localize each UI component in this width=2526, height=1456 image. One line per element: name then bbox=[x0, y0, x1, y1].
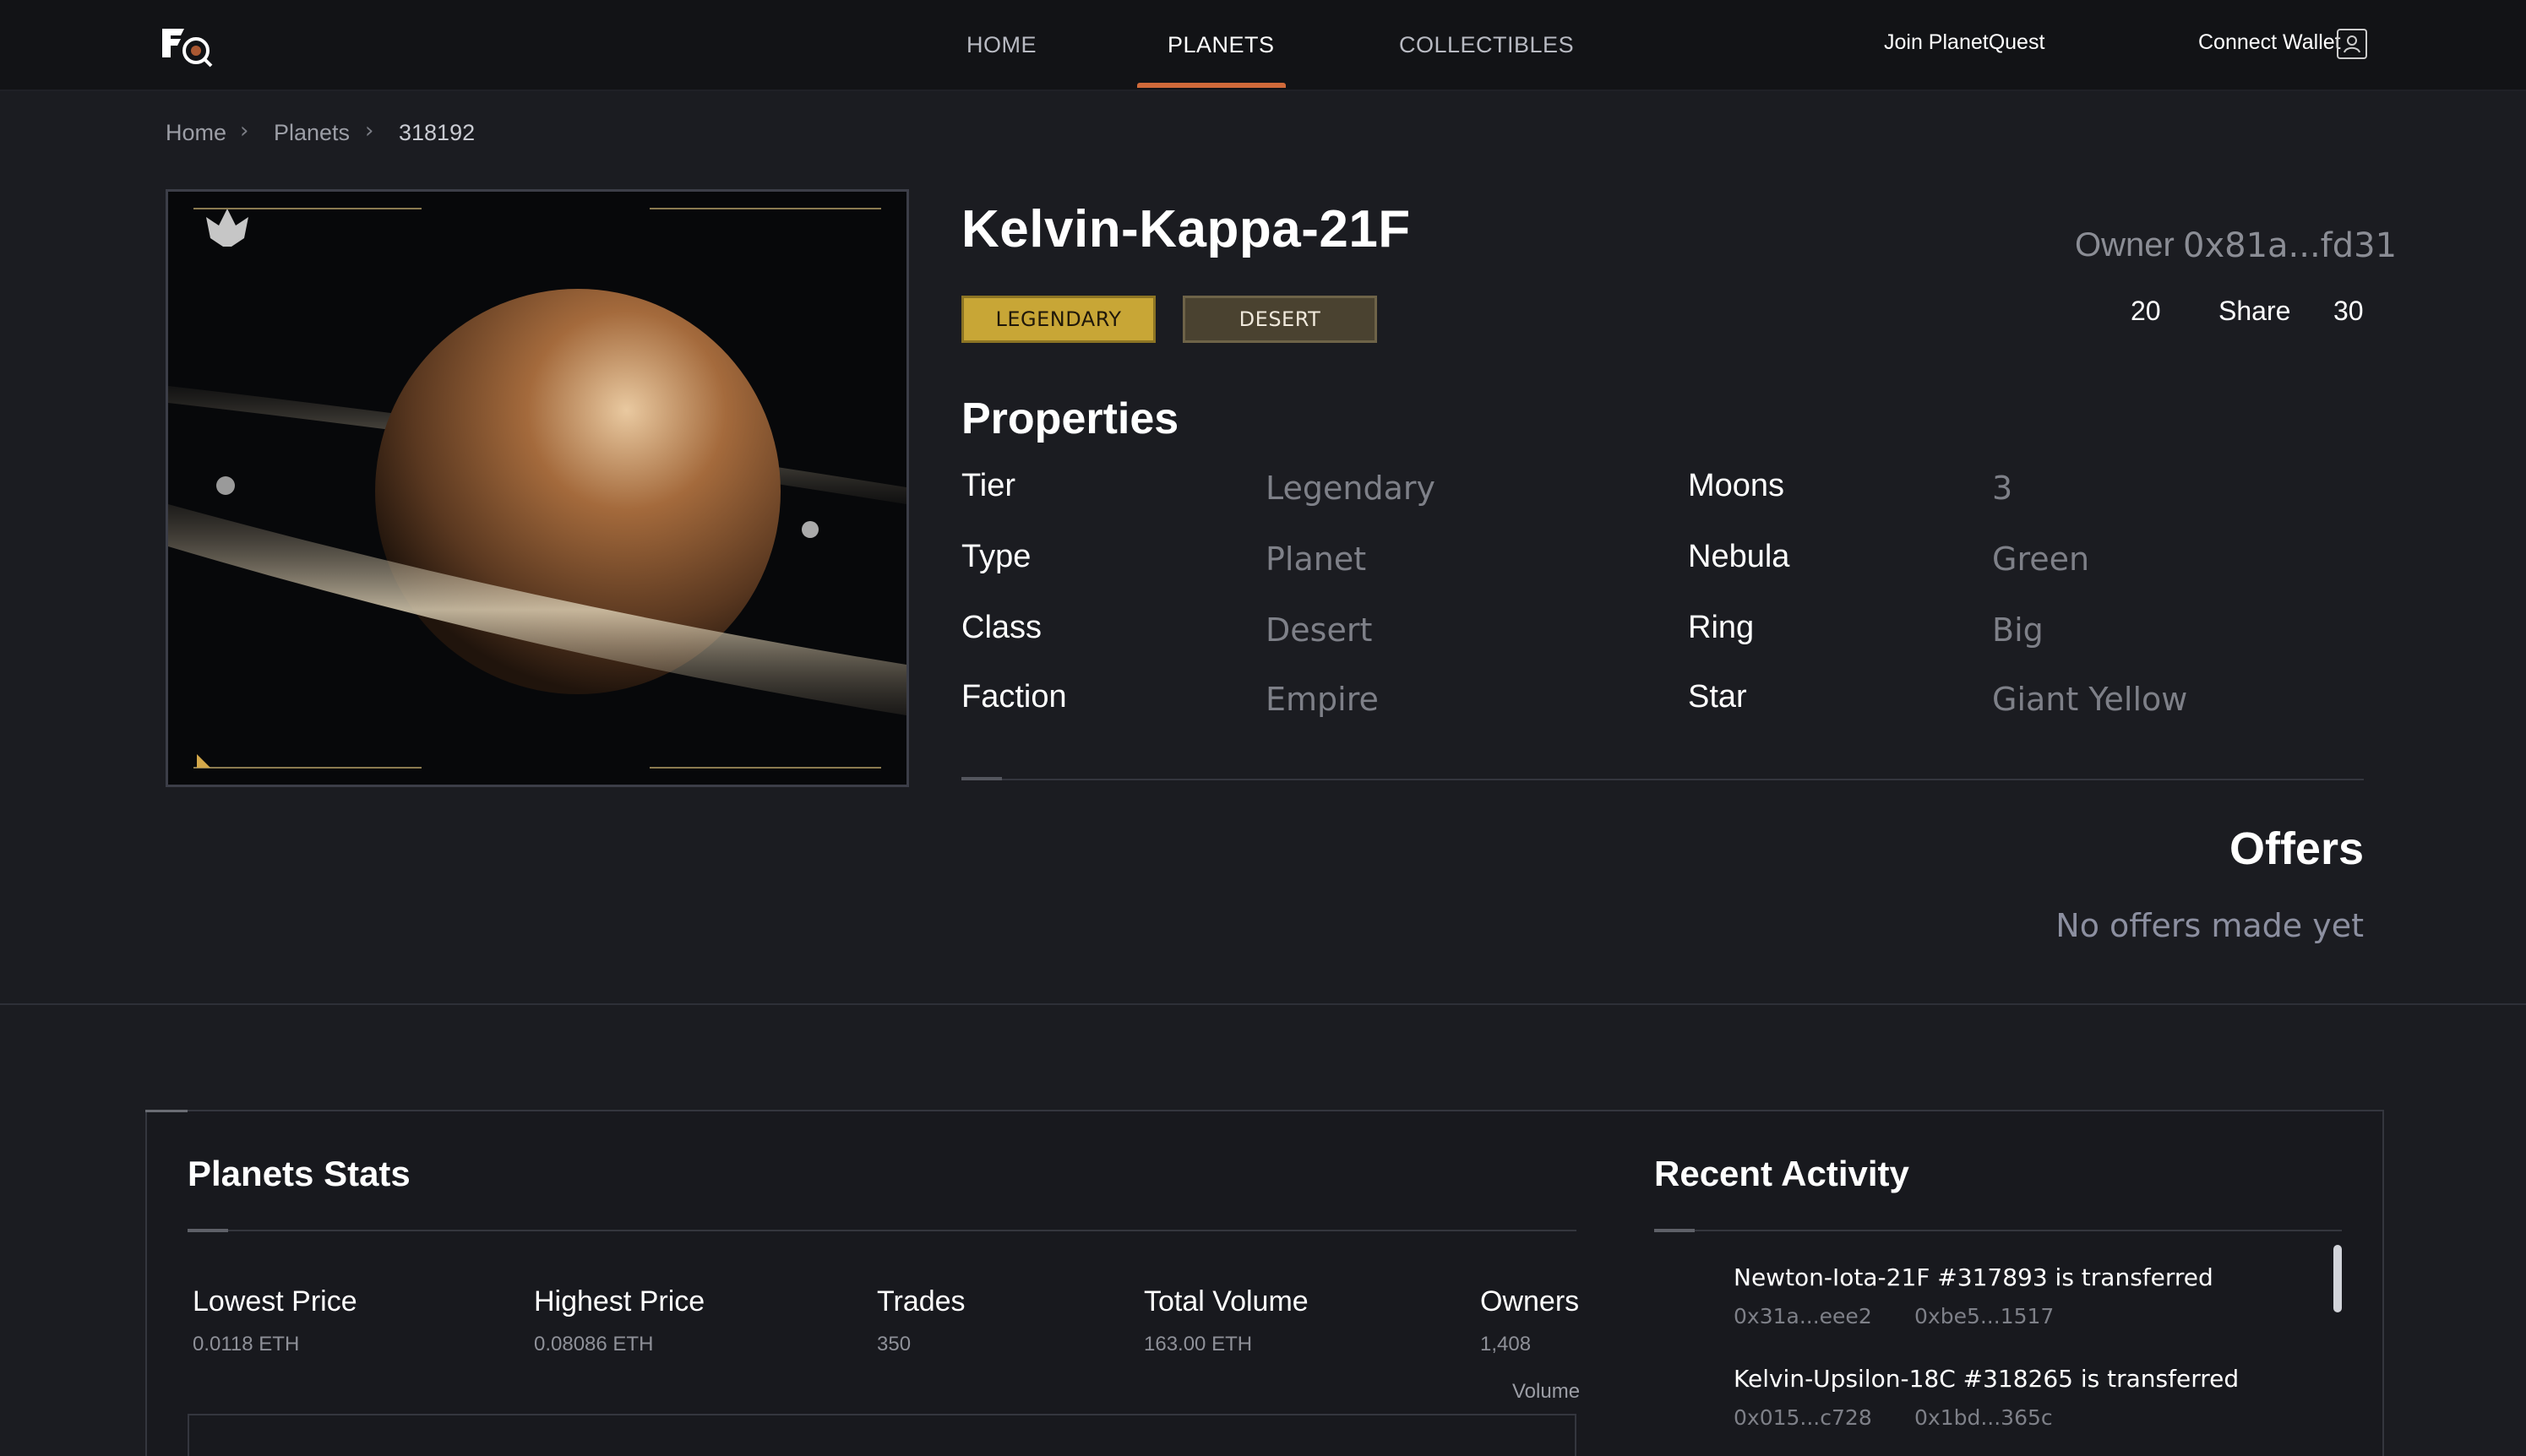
stats-rule-accent bbox=[188, 1229, 228, 1232]
prop-value-class: Desert bbox=[1266, 611, 1373, 649]
section-divider bbox=[0, 1003, 2526, 1005]
prop-label-moons: Moons bbox=[1688, 468, 1785, 503]
join-planetquest-link[interactable]: Join PlanetQuest bbox=[1884, 30, 2044, 55]
stat-value-total-volume: 163.00 ETH bbox=[1144, 1333, 1253, 1355]
stat-label-owners: Owners bbox=[1480, 1285, 1580, 1317]
owner-address[interactable]: 0x81a...fd31 bbox=[2183, 226, 2397, 265]
planets-stats-heading: Planets Stats bbox=[188, 1154, 411, 1193]
owner-label: Owner bbox=[2075, 226, 2175, 263]
wallet-user-icon[interactable] bbox=[2337, 29, 2367, 59]
planet-image bbox=[166, 189, 909, 787]
connect-wallet-button[interactable]: Connect Wallet bbox=[2198, 30, 2341, 55]
prop-value-nebula: Green bbox=[1992, 541, 2090, 578]
share-left-count: 20 bbox=[2131, 296, 2161, 326]
share-button[interactable]: Share bbox=[2218, 296, 2290, 327]
stat-value-lowest: 0.0118 ETH bbox=[193, 1333, 300, 1355]
offers-empty-message: No offers made yet bbox=[2055, 907, 2364, 944]
activity-rule bbox=[1654, 1230, 2342, 1231]
properties-divider bbox=[961, 779, 2364, 780]
prop-label-faction: Faction bbox=[961, 679, 1067, 714]
tier-tag: LEGENDARY bbox=[961, 296, 1156, 343]
prop-value-moons: 3 bbox=[1992, 470, 2013, 507]
prop-value-type: Planet bbox=[1266, 541, 1367, 578]
prop-value-tier: Legendary bbox=[1266, 470, 1435, 507]
activity-to-address[interactable]: 0xbe5...1517 bbox=[1914, 1304, 2054, 1328]
prop-value-ring: Big bbox=[1992, 611, 2044, 649]
recent-activity-heading: Recent Activity bbox=[1654, 1154, 1909, 1193]
activity-item-title[interactable]: Newton-Iota-21F #317893 is transferred bbox=[1734, 1263, 2213, 1291]
chevron-right-icon: › bbox=[365, 118, 374, 144]
activity-from-address[interactable]: 0x015...c728 bbox=[1734, 1405, 1872, 1430]
activity-scrollbar[interactable] bbox=[2333, 1245, 2342, 1312]
breadcrumb-home[interactable]: Home bbox=[166, 120, 226, 146]
stat-label-total-volume: Total Volume bbox=[1144, 1285, 1309, 1317]
planet-title: Kelvin-Kappa-21F bbox=[961, 200, 1411, 258]
nav-collectibles[interactable]: COLLECTIBLES bbox=[1399, 32, 1574, 58]
class-tag: DESERT bbox=[1183, 296, 1377, 343]
stats-rule bbox=[188, 1230, 1576, 1231]
prop-value-star: Giant Yellow bbox=[1992, 681, 2188, 718]
activity-to-address[interactable]: 0x1bd...365c bbox=[1914, 1405, 2053, 1430]
activity-rule-accent bbox=[1654, 1229, 1695, 1232]
breadcrumb-current: 318192 bbox=[399, 120, 476, 145]
stat-label-trades: Trades bbox=[877, 1285, 966, 1317]
breadcrumb-planets[interactable]: Planets bbox=[274, 120, 350, 146]
share-right-count: 30 bbox=[2333, 296, 2364, 326]
stat-label-highest: Highest Price bbox=[534, 1285, 705, 1317]
volume-chart bbox=[188, 1414, 1576, 1456]
panel-accent bbox=[145, 1110, 188, 1112]
divider-accent bbox=[961, 777, 1002, 780]
stat-value-highest: 0.08086 ETH bbox=[534, 1333, 654, 1355]
nav-active-indicator bbox=[1137, 83, 1286, 88]
chevron-right-icon: › bbox=[240, 118, 249, 144]
stat-value-trades: 350 bbox=[877, 1333, 912, 1355]
prop-label-tier: Tier bbox=[961, 468, 1016, 503]
prop-label-ring: Ring bbox=[1688, 610, 1755, 645]
stat-value-owners: 1,408 bbox=[1480, 1333, 1532, 1355]
properties-heading: Properties bbox=[961, 394, 1179, 443]
nav-home[interactable]: HOME bbox=[966, 32, 1037, 58]
chart-volume-label: Volume bbox=[1512, 1380, 1581, 1403]
prop-label-class: Class bbox=[961, 610, 1043, 645]
stat-label-lowest: Lowest Price bbox=[193, 1285, 357, 1317]
prop-value-faction: Empire bbox=[1266, 681, 1379, 718]
offers-heading: Offers bbox=[2229, 823, 2364, 874]
planetquest-logo[interactable] bbox=[159, 24, 218, 68]
nav-planets[interactable]: PLANETS bbox=[1168, 32, 1275, 58]
activity-from-address[interactable]: 0x31a...eee2 bbox=[1734, 1304, 1872, 1328]
top-nav: HOME PLANETS COLLECTIBLES Join PlanetQue… bbox=[0, 0, 2526, 91]
prop-label-star: Star bbox=[1688, 679, 1747, 714]
activity-item-title[interactable]: Kelvin-Upsilon-18C #318265 is transferre… bbox=[1734, 1365, 2239, 1393]
prop-label-nebula: Nebula bbox=[1688, 539, 1790, 574]
prop-label-type: Type bbox=[961, 539, 1032, 574]
